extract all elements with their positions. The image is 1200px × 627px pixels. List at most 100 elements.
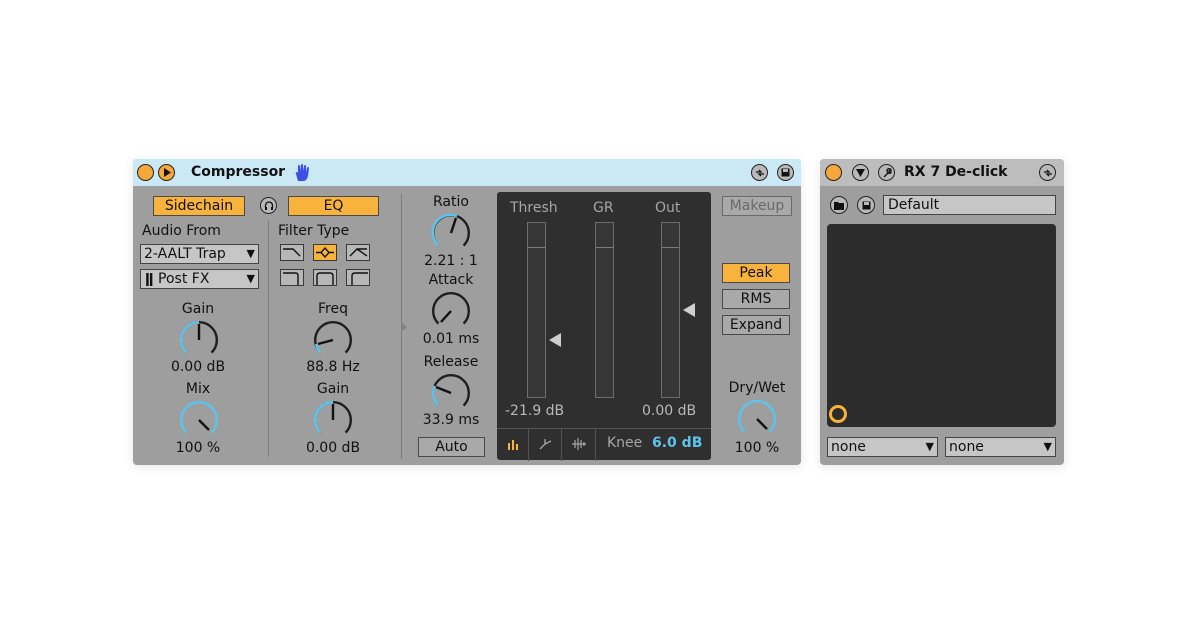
expand-mode-button[interactable]: Expand — [722, 315, 790, 335]
lowshelf-filter-icon — [283, 272, 299, 285]
dropdown-arrow-icon: ▼ — [925, 440, 934, 453]
activity-view-icon[interactable] — [571, 437, 587, 451]
collapsed-view-icon[interactable] — [507, 438, 519, 450]
rms-mode-button[interactable]: RMS — [722, 289, 790, 309]
swap-arrows-icon — [755, 169, 764, 176]
auto-release-button[interactable]: Auto — [418, 437, 485, 457]
freq-knob[interactable] — [312, 319, 354, 361]
meter-bottom-bar: Knee 6.0 dB — [497, 428, 711, 461]
preset-browse-button[interactable] — [830, 196, 848, 214]
hand-icon[interactable] — [292, 163, 312, 183]
compressor-device: Compressor Sidechain EQ Audio From 2-AAL… — [133, 159, 801, 465]
preset-save-button[interactable] — [857, 196, 875, 214]
hot-swap-button[interactable] — [1039, 164, 1056, 181]
device-power-toggle[interactable] — [137, 164, 154, 181]
floppy-disk-icon — [781, 168, 790, 177]
collapse-device-button[interactable] — [852, 164, 869, 181]
transfer-curve-icon[interactable] — [538, 438, 552, 450]
save-preset-button[interactable] — [777, 164, 794, 181]
audio-from-select[interactable]: 2-AALT Trap ▼ — [140, 244, 259, 264]
output-meter — [661, 222, 680, 398]
meter-bars-icon: ǁ — [145, 272, 154, 287]
wrench-icon — [883, 167, 892, 177]
play-triangle-icon — [163, 168, 171, 177]
expand-arrow-icon[interactable] — [400, 321, 408, 333]
audio-from-value: 2-AALT Trap — [144, 246, 226, 262]
swap-arrows-icon — [1043, 169, 1052, 176]
out-value[interactable]: 0.00 dB — [642, 403, 696, 419]
xy-control-pad[interactable] — [827, 224, 1056, 427]
dropdown-arrow-icon: ▼ — [246, 272, 255, 285]
filter-type-label: Filter Type — [278, 223, 350, 239]
knee-label: Knee — [607, 435, 643, 451]
plugin-edit-button[interactable] — [878, 164, 895, 181]
folder-icon — [834, 201, 844, 210]
x-axis-param-select[interactable]: none ▼ — [827, 437, 938, 457]
sidechain-listen-button[interactable] — [260, 197, 277, 214]
mix-value: 100 % — [175, 440, 221, 456]
out-label: Out — [655, 200, 681, 216]
y-axis-param-value: none — [949, 439, 984, 455]
dropdown-arrow-icon: ▼ — [1043, 440, 1052, 453]
filter-highshelf-button[interactable] — [346, 269, 370, 286]
eq-gain-knob[interactable] — [312, 399, 354, 441]
xy-pad-handle[interactable] — [829, 405, 847, 423]
y-axis-param-select[interactable]: none ▼ — [945, 437, 1056, 457]
peak-mode-button[interactable]: Peak — [722, 263, 790, 283]
mix-knob[interactable] — [178, 399, 220, 441]
post-fx-value: Post FX — [158, 271, 210, 287]
section-divider — [268, 221, 269, 457]
hot-swap-button[interactable] — [751, 164, 768, 181]
release-knob[interactable] — [430, 372, 472, 414]
sidechain-toggle-button[interactable]: Sidechain — [153, 196, 245, 216]
attack-label: Attack — [428, 272, 474, 288]
plugin-title: RX 7 De-click — [904, 164, 1008, 180]
filter-highpass-button[interactable] — [346, 244, 370, 261]
attack-value: 0.01 ms — [422, 331, 480, 347]
divider — [528, 429, 529, 461]
highpass-filter-icon — [349, 248, 368, 257]
expand-device-button[interactable] — [158, 164, 175, 181]
gr-label: GR — [593, 200, 614, 216]
preset-select[interactable]: Default — [883, 195, 1056, 215]
thresh-label: Thresh — [510, 200, 558, 216]
freq-value: 88.8 Hz — [306, 359, 360, 375]
knee-value[interactable]: 6.0 dB — [652, 435, 702, 451]
attack-knob[interactable] — [430, 290, 472, 332]
dry-wet-label: Dry/Wet — [728, 380, 786, 396]
divider — [561, 429, 562, 461]
gain-knob[interactable] — [178, 319, 220, 361]
dropdown-arrow-icon: ▼ — [246, 247, 255, 260]
makeup-toggle-button[interactable]: Makeup — [722, 196, 792, 216]
freq-label: Freq — [318, 301, 348, 317]
chevron-down-icon — [856, 168, 865, 177]
audio-from-label: Audio From — [142, 223, 221, 239]
output-gain-slider-handle[interactable] — [683, 303, 695, 317]
ratio-value: 2.21 : 1 — [424, 253, 478, 269]
preset-value: Default — [888, 197, 940, 213]
x-axis-param-value: none — [831, 439, 866, 455]
thresh-value[interactable]: -21.9 dB — [505, 403, 564, 419]
ratio-knob[interactable] — [430, 212, 472, 254]
gain-value: 0.00 dB — [170, 359, 226, 375]
lowpass-filter-icon — [283, 248, 301, 257]
meter-display: Thresh GR Out -21.9 dB 0.00 dB Knee 6.0 … — [497, 192, 711, 461]
rx7-declick-device: RX 7 De-click Default none ▼ none ▼ — [820, 159, 1064, 465]
threshold-slider-handle[interactable] — [549, 333, 561, 347]
device-title: Compressor — [191, 164, 286, 180]
mix-label: Mix — [185, 381, 211, 397]
filter-bandpass-button[interactable] — [313, 244, 337, 261]
filter-lowshelf-button[interactable] — [280, 269, 304, 286]
eq-toggle-button[interactable]: EQ — [288, 196, 379, 216]
headphones-icon — [264, 200, 273, 210]
post-fx-select[interactable]: ǁ Post FX ▼ — [140, 269, 259, 289]
filter-lowpass-button[interactable] — [280, 244, 304, 261]
dry-wet-knob[interactable] — [736, 398, 778, 440]
eq-gain-value: 0.00 dB — [305, 440, 361, 456]
divider — [595, 429, 596, 461]
ratio-label: Ratio — [433, 194, 469, 210]
peak-filter-icon — [316, 272, 334, 285]
filter-peak-button[interactable] — [313, 269, 337, 286]
eq-gain-label: Gain — [316, 381, 350, 397]
device-power-toggle[interactable] — [825, 164, 842, 181]
